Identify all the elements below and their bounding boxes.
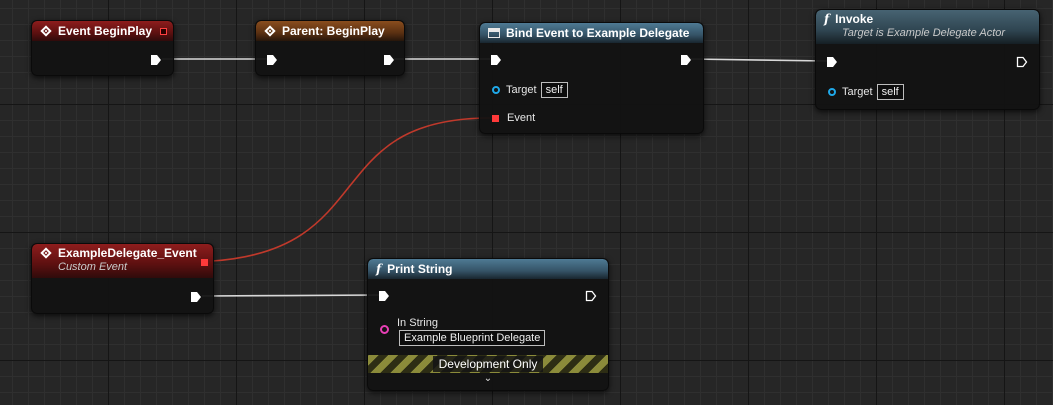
- expand-chevron-icon[interactable]: ⌄: [368, 373, 608, 384]
- event-icon: [40, 25, 52, 37]
- exec-input-pin[interactable]: [378, 290, 390, 302]
- bind-event-node[interactable]: Bind Event to Example Delegate Target se…: [479, 22, 704, 134]
- exec-wire-bind-to-invoke[interactable]: [689, 58, 829, 62]
- pin-label: In String: [397, 317, 438, 329]
- development-only-label: Development Only: [432, 356, 544, 372]
- function-icon: f: [824, 12, 830, 26]
- target-value-field[interactable]: self: [540, 82, 568, 98]
- object-pin-icon[interactable]: [492, 86, 500, 94]
- in-string-group: In String Example Blueprint Delegate: [395, 317, 546, 346]
- exec-output-pin[interactable]: [680, 54, 692, 66]
- node-header[interactable]: f Invoke Target is Example Delegate Acto…: [816, 10, 1039, 44]
- node-header[interactable]: Event BeginPlay: [32, 21, 173, 41]
- exec-output-pin[interactable]: [150, 54, 162, 66]
- custom-event-node[interactable]: ExampleDelegate_Event Custom Event: [31, 243, 214, 314]
- pin-label: Target: [842, 86, 873, 98]
- delegate-output-pin[interactable]: [160, 28, 167, 35]
- exec-input-pin[interactable]: [826, 56, 838, 68]
- parent-beginplay-node[interactable]: Parent: BeginPlay: [255, 20, 405, 76]
- node-header[interactable]: Bind Event to Example Delegate: [480, 23, 703, 43]
- delegate-pin-icon[interactable]: [492, 114, 499, 122]
- development-only-banner: Development Only: [368, 355, 608, 373]
- blueprint-graph[interactable]: Event BeginPlay Parent: BeginPlay Bind E…: [0, 0, 1053, 405]
- node-title: Bind Event to Example Delegate: [506, 26, 690, 40]
- node-title: Print String: [387, 262, 453, 276]
- pin-label: Event: [507, 112, 536, 124]
- node-subtitle: Custom Event: [58, 261, 128, 273]
- string-pin-icon[interactable]: [380, 325, 389, 334]
- print-string-node[interactable]: f Print String In String Example Bluepri…: [367, 258, 609, 391]
- exec-wire-custom-event-to-print[interactable]: [201, 294, 381, 297]
- node-title: Parent: BeginPlay: [282, 24, 385, 38]
- delegate-wire-custom-event-to-bind[interactable]: [211, 117, 491, 262]
- exec-output-pin[interactable]: [1016, 56, 1028, 68]
- invoke-node[interactable]: f Invoke Target is Example Delegate Acto…: [815, 9, 1040, 110]
- target-pin-row[interactable]: Target self: [828, 84, 904, 100]
- event-icon: [40, 247, 52, 259]
- node-title: Event BeginPlay: [58, 24, 153, 38]
- node-header[interactable]: Parent: BeginPlay: [256, 21, 404, 41]
- node-subtitle: Target is Example Delegate Actor: [842, 27, 1006, 39]
- function-icon: f: [376, 262, 382, 276]
- exec-output-pin[interactable]: [383, 54, 395, 66]
- in-string-value-field[interactable]: Example Blueprint Delegate: [399, 330, 546, 346]
- bind-event-icon: [488, 28, 500, 38]
- event-icon: [264, 25, 276, 37]
- pin-label: Target: [506, 84, 537, 96]
- target-value-field[interactable]: self: [876, 84, 904, 100]
- exec-output-pin[interactable]: [585, 290, 597, 302]
- delegate-output-pin[interactable]: [201, 259, 208, 266]
- node-title: Invoke: [835, 12, 874, 26]
- node-header[interactable]: ExampleDelegate_Event Custom Event: [32, 244, 213, 278]
- event-beginplay-node[interactable]: Event BeginPlay: [31, 20, 174, 76]
- event-pin-row[interactable]: Event: [492, 112, 535, 124]
- node-title: ExampleDelegate_Event: [58, 246, 197, 260]
- target-pin-row[interactable]: Target self: [492, 82, 568, 98]
- node-header[interactable]: f Print String: [368, 259, 608, 279]
- exec-input-pin[interactable]: [490, 54, 502, 66]
- in-string-pin-row[interactable]: In String Example Blueprint Delegate: [380, 317, 546, 346]
- object-pin-icon[interactable]: [828, 88, 836, 96]
- exec-input-pin[interactable]: [266, 54, 278, 66]
- exec-output-pin[interactable]: [190, 291, 202, 303]
